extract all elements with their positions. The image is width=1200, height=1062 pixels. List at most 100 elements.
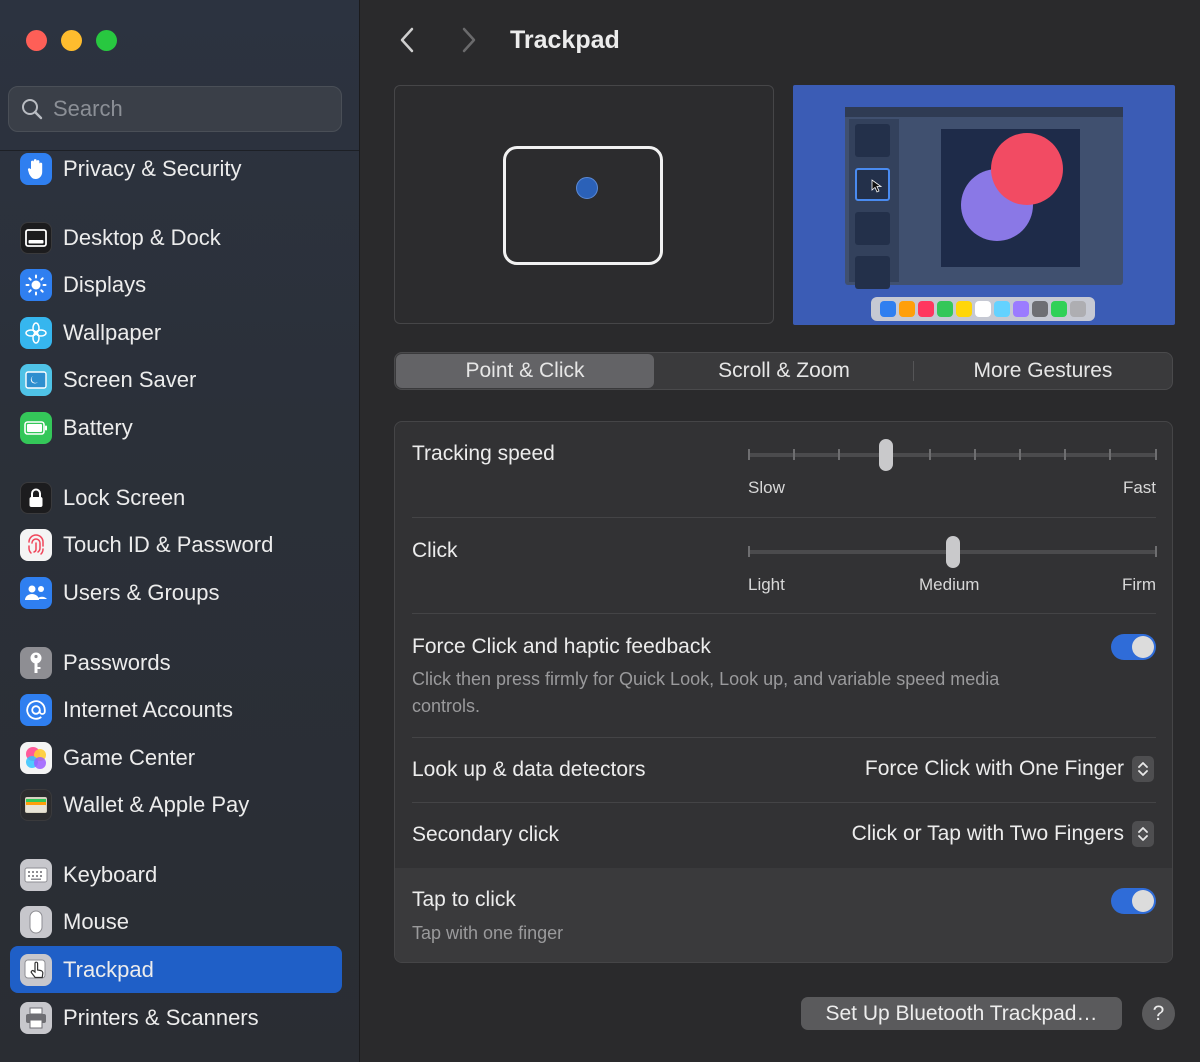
sidebar-item-keyboard[interactable]: Keyboard (10, 851, 342, 898)
preview-window (845, 107, 1123, 289)
tab-bar: Point & Click Scroll & Zoom More Gesture… (394, 352, 1173, 390)
sidebar-item-label: Touch ID & Password (63, 531, 274, 557)
sidebar-item-wallpaper[interactable]: Wallpaper (10, 309, 342, 356)
mouse-icon (20, 905, 52, 938)
preview-dock (871, 297, 1095, 321)
click-pressure-knob[interactable] (946, 536, 960, 568)
search-input[interactable] (51, 95, 315, 123)
search-icon (22, 99, 43, 120)
screen-saver-icon (20, 363, 52, 396)
secondary-click-row: Secondary click Click or Tap with Two Fi… (395, 803, 1172, 868)
look-up-value: Force Click with One Finger (864, 757, 1124, 780)
tab-more-gestures[interactable]: More Gestures (914, 353, 1172, 389)
preview-thumb-selected (855, 168, 890, 201)
sidebar-item-printers-scanners[interactable]: Printers & Scanners (10, 994, 342, 1041)
sidebar-item-label: Privacy & Security (63, 155, 242, 181)
preview-thumb (855, 124, 890, 157)
tracking-speed-row: Tracking speed Slow Fast (395, 422, 1172, 518)
game-center-icon (20, 741, 52, 774)
secondary-click-label: Secondary click (412, 823, 560, 846)
click-pressure-slider[interactable] (748, 536, 1157, 568)
sidebar-item-trackpad[interactable]: Trackpad (10, 946, 342, 993)
sidebar-item-displays[interactable]: Displays (10, 261, 342, 308)
force-click-row: Force Click and haptic feedback Click th… (395, 614, 1172, 738)
click-label: Click (412, 539, 458, 562)
dock-icon (20, 221, 52, 254)
tracking-speed-label: Tracking speed (412, 442, 555, 465)
toggle-knob (1132, 636, 1154, 658)
battery-icon (20, 411, 52, 444)
fingerprint-icon (20, 528, 52, 561)
chevron-left-icon (400, 27, 414, 53)
users-icon (20, 576, 52, 609)
at-icon (20, 693, 52, 726)
close-window-button[interactable] (26, 30, 47, 51)
trackpad-illustration (503, 146, 663, 265)
setup-bluetooth-trackpad-button[interactable]: Set Up Bluetooth Trackpad… (801, 997, 1122, 1030)
tap-to-click-description: Tap with one finger (412, 923, 564, 943)
red-circle (991, 133, 1063, 205)
search-field[interactable] (8, 86, 342, 132)
sidebar-item-label: Passwords (63, 649, 171, 675)
look-up-row: Look up & data detectors Force Click wit… (395, 738, 1172, 803)
page-title: Trackpad (510, 26, 620, 54)
trackpad-gesture-preview (394, 85, 774, 324)
sidebar-item-label: Battery (63, 414, 133, 440)
sidebar-item-privacy-security[interactable]: Privacy & Security (10, 145, 342, 192)
sidebar-item-desktop-dock[interactable]: Desktop & Dock (10, 214, 342, 261)
sidebar-item-label: Wallet & Apple Pay (63, 791, 250, 817)
pointer-icon (871, 179, 883, 193)
sidebar-item-battery[interactable]: Battery (10, 404, 342, 451)
sidebar-item-screen-saver[interactable]: Screen Saver (10, 356, 342, 403)
tracking-speed-slider[interactable] (748, 439, 1157, 471)
sidebar-item-users-groups[interactable]: Users & Groups (10, 569, 342, 616)
tap-to-click-row: Tap to click Tap with one finger (395, 868, 1172, 962)
sidebar-item-label: Game Center (63, 744, 196, 770)
preview-window-bar (845, 107, 1123, 117)
help-button[interactable]: ? (1142, 997, 1175, 1030)
tap-to-click-label: Tap to click (412, 888, 516, 911)
look-up-label: Look up & data detectors (412, 758, 646, 781)
sidebar-item-label: Screen Saver (63, 366, 197, 392)
sidebar-item-label: Printers & Scanners (63, 1004, 259, 1030)
sidebar-item-game-center[interactable]: Game Center (10, 734, 342, 781)
secondary-click-popup[interactable]: Click or Tap with Two Fingers (852, 821, 1154, 847)
settings-group: Tracking speed Slow Fast Click Light Med… (394, 421, 1173, 963)
force-click-toggle[interactable] (1111, 634, 1156, 660)
forward-button[interactable] (452, 22, 486, 58)
secondary-click-value: Click or Tap with Two Fingers (851, 822, 1124, 845)
wallet-icon (20, 788, 52, 821)
up-down-chevron-icon (1132, 756, 1154, 782)
toggle-knob (1132, 890, 1154, 912)
sidebar-item-touch-id-password[interactable]: Touch ID & Password (10, 521, 342, 568)
tab-scroll-zoom[interactable]: Scroll & Zoom (655, 353, 913, 389)
sidebar-item-label: Mouse (63, 908, 130, 934)
sidebar-item-lock-screen[interactable]: Lock Screen (10, 474, 342, 521)
sidebar: Privacy & Security Desktop & Dock Displa… (0, 0, 360, 1062)
sidebar-item-label: Users & Groups (63, 579, 220, 605)
sidebar-item-passwords[interactable]: Passwords (10, 639, 342, 686)
sidebar-item-wallet-apple-pay[interactable]: Wallet & Apple Pay (10, 781, 342, 828)
tap-to-click-toggle[interactable] (1111, 888, 1156, 914)
tab-point-click[interactable]: Point & Click (396, 354, 654, 388)
sidebar-item-label: Trackpad (63, 956, 154, 982)
up-down-chevron-icon (1132, 821, 1154, 847)
zoom-window-button[interactable] (96, 30, 117, 51)
sidebar-item-label: Wallpaper (63, 319, 162, 345)
back-button[interactable] (390, 22, 424, 58)
key-icon (20, 646, 52, 679)
look-up-popup[interactable]: Force Click with One Finger (865, 756, 1154, 782)
minimize-window-button[interactable] (61, 30, 82, 51)
tracking-speed-knob[interactable] (879, 439, 893, 471)
fast-label: Fast (1122, 478, 1156, 497)
force-click-label: Force Click and haptic feedback (412, 635, 711, 658)
preview-sidebar (849, 119, 899, 289)
sidebar-item-mouse[interactable]: Mouse (10, 898, 342, 945)
preview-thumb (855, 256, 890, 289)
click-row: Click Light Medium Firm (395, 518, 1172, 614)
sidebar-item-internet-accounts[interactable]: Internet Accounts (10, 686, 342, 733)
preview-thumb (855, 212, 890, 245)
screen-preview (793, 85, 1175, 325)
firm-label: Firm (1122, 575, 1156, 594)
preview-canvas (941, 129, 1080, 267)
